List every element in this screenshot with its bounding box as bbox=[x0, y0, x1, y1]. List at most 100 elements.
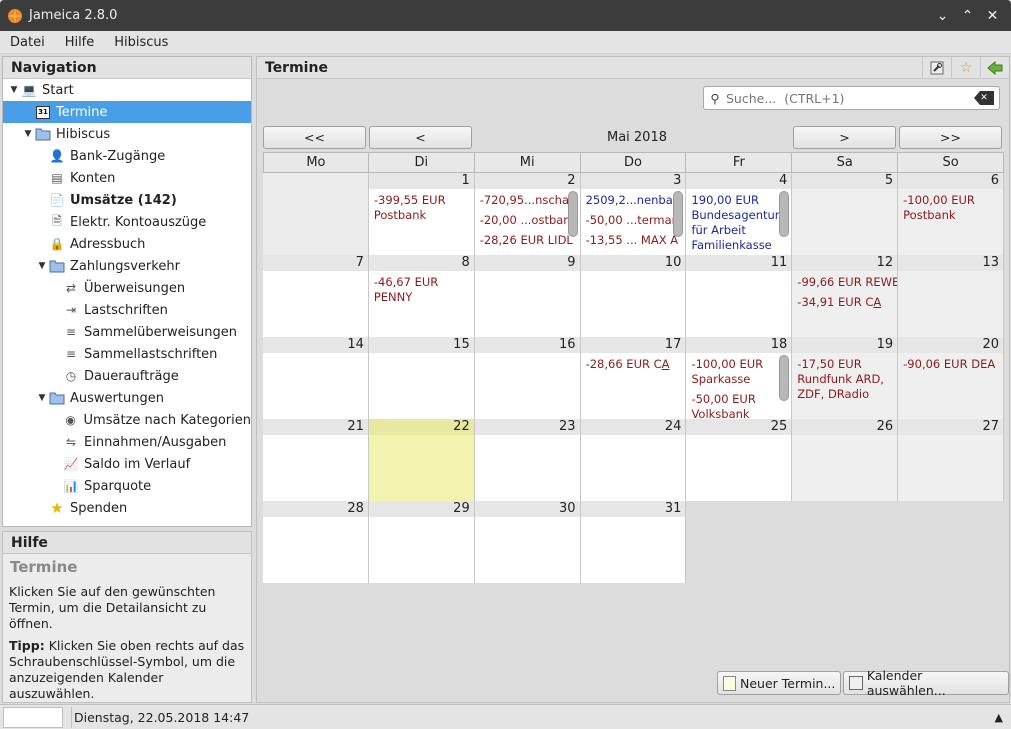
day-cell-28[interactable]: 28 bbox=[263, 501, 369, 583]
event-item[interactable]: -50,00 EUR Volksbank bbox=[686, 392, 791, 419]
sidebar-item-start[interactable]: ▼ 💻 Start bbox=[3, 79, 251, 101]
event-item[interactable]: -399,55 EUR Postbank bbox=[369, 193, 474, 223]
day-cell-18[interactable]: 18 -100,00 EUR Sparkasse -50,00 EUR Volk… bbox=[686, 337, 793, 419]
day-cell-3[interactable]: 3 2509,2...nenbau -50,00 ...terman -13,5… bbox=[580, 173, 687, 255]
day-cell-22-today[interactable]: 22 bbox=[368, 419, 475, 501]
day-cell-12[interactable]: 12 -99,66 EUR REWE -34,91 EUR CA bbox=[792, 255, 899, 337]
menu-datei[interactable]: Datei bbox=[0, 35, 55, 50]
event-item[interactable]: -17,50 EUR Rundfunk ARD, ZDF, DRadio bbox=[792, 357, 897, 402]
event-item[interactable]: -46,67 EUR PENNY bbox=[369, 275, 474, 305]
expand-up-icon[interactable]: ▲︎ bbox=[995, 711, 1003, 724]
sidebar-item-umsätze-nach-kategorien[interactable]: ◉ Umsätze nach Kategorien bbox=[3, 409, 251, 431]
expand-toggle-icon[interactable]: ▼ bbox=[35, 261, 49, 271]
event-item[interactable]: -100,00 EUR Postbank bbox=[898, 193, 1003, 223]
day-cell-4[interactable]: 4 190,00 EUR Bundesagentur für Arbeit Fa… bbox=[686, 173, 793, 255]
sidebar-item-auswertungen[interactable]: ▼ Auswertungen bbox=[3, 387, 251, 409]
sidebar-item-spenden[interactable]: ★ Spenden bbox=[3, 497, 251, 519]
wrench-icon[interactable] bbox=[922, 56, 951, 79]
sidebar-item-sammelüberweisungen[interactable]: ≡ Sammelüberweisungen bbox=[3, 321, 251, 343]
sidebar-item-elektr-kontoauszüge[interactable]: 🗎 Elektr. Kontoauszüge bbox=[3, 211, 251, 233]
day-cell-17[interactable]: 17 -28,66 EUR CA bbox=[580, 337, 687, 419]
day-cell-23[interactable]: 23 bbox=[474, 419, 581, 501]
event-item[interactable]: -13,55 ... MAX A bbox=[581, 233, 686, 248]
sidebar-item-lastschriften[interactable]: ⇥ Lastschriften bbox=[3, 299, 251, 321]
event-item[interactable]: -50,00 ...terman bbox=[581, 213, 686, 228]
sidebar-item-konten[interactable]: ▤ Konten bbox=[3, 167, 251, 189]
minimize-icon[interactable]: ⌄ bbox=[930, 4, 955, 28]
termine-panel: Termine ☆ ⚲ ✕ << < Mai 2018 > >> Mo Di M… bbox=[256, 56, 1010, 703]
event-item[interactable]: 190,00 EUR Bundesagentur für Arbeit Fami… bbox=[686, 193, 791, 253]
day-cell-11[interactable]: 11 bbox=[686, 255, 793, 337]
event-item[interactable]: -720,95...nschaf bbox=[475, 193, 580, 208]
expand-toggle-icon[interactable]: ▼ bbox=[35, 393, 49, 403]
sidebar-item-hibiscus[interactable]: ▼ Hibiscus bbox=[3, 123, 251, 145]
sidebar-item-einnahmen-ausgaben[interactable]: ⇋ Einnahmen/Ausgaben bbox=[3, 431, 251, 453]
weekday-mo: Mo bbox=[263, 152, 369, 173]
previous-month-button[interactable]: < bbox=[369, 126, 472, 149]
event-item[interactable]: -100,00 EUR Sparkasse bbox=[686, 357, 791, 387]
sidebar-item-sammellastschriften[interactable]: ≡ Sammellastschriften bbox=[3, 343, 251, 365]
day-cell-1[interactable]: 1 -399,55 EUR Postbank bbox=[368, 173, 475, 255]
sidebar-item-sparquote[interactable]: 📊 Sparquote bbox=[3, 475, 251, 497]
sidebar-item-bank-zugänge[interactable]: 👤 Bank-Zugänge bbox=[3, 145, 251, 167]
sidebar-item-umsätze-142[interactable]: 📄 Umsätze (142) bbox=[3, 189, 251, 211]
sidebar-item-adressbuch[interactable]: 🔒 Adressbuch bbox=[3, 233, 251, 255]
arrows-icon: ⇋ bbox=[65, 435, 77, 449]
event-item[interactable]: -28,66 EUR CA bbox=[581, 357, 686, 372]
expand-toggle-icon[interactable]: ▼ bbox=[7, 85, 21, 95]
sidebar-item-überweisungen[interactable]: ⇄ Überweisungen bbox=[3, 277, 251, 299]
day-cell-21[interactable]: 21 bbox=[263, 419, 369, 501]
sidebar-item-saldo-im-verlauf[interactable]: 📈 Saldo im Verlauf bbox=[3, 453, 251, 475]
event-item[interactable]: -34,91 EUR CA bbox=[792, 295, 897, 310]
event-item[interactable]: -28,26 EUR LIDL bbox=[475, 233, 580, 248]
day-cell-26[interactable]: 26 bbox=[792, 419, 899, 501]
menu-hilfe[interactable]: Hilfe bbox=[55, 35, 105, 50]
day-cell-10[interactable]: 10 bbox=[580, 255, 687, 337]
first-month-button[interactable]: << bbox=[263, 126, 366, 149]
clear-search-icon[interactable]: ✕ bbox=[974, 91, 994, 105]
day-cell-25[interactable]: 25 bbox=[686, 419, 793, 501]
day-cell-8[interactable]: 8 -46,67 EUR PENNY bbox=[368, 255, 475, 337]
star-icon[interactable]: ☆ bbox=[951, 56, 980, 79]
search-field[interactable]: ⚲ ✕ bbox=[703, 86, 1000, 110]
maximize-icon[interactable]: ⌃ bbox=[955, 4, 980, 28]
day-cell-13[interactable]: 13 bbox=[898, 255, 1005, 337]
day-cell-24[interactable]: 24 bbox=[580, 419, 687, 501]
last-month-button[interactable]: >> bbox=[899, 126, 1002, 149]
event-item[interactable]: -20,00 ...ostbank bbox=[475, 213, 580, 228]
close-icon[interactable]: ✕ bbox=[980, 4, 1005, 28]
cell-scrollbar[interactable] bbox=[779, 191, 790, 237]
day-cell-30[interactable]: 30 bbox=[474, 501, 581, 583]
day-cell-7[interactable]: 7 bbox=[263, 255, 369, 337]
day-cell-31[interactable]: 31 bbox=[580, 501, 687, 583]
day-cell-16[interactable]: 16 bbox=[474, 337, 581, 419]
day-number: 3 bbox=[580, 173, 686, 189]
day-cell-15[interactable]: 15 bbox=[368, 337, 475, 419]
sidebar-item-termine[interactable]: 31 Termine bbox=[3, 101, 251, 123]
event-item[interactable]: -99,66 EUR REWE bbox=[792, 275, 897, 290]
day-cell-9[interactable]: 9 bbox=[474, 255, 581, 337]
event-item[interactable]: -90,06 EUR DEA bbox=[898, 357, 1003, 372]
sidebar-item-daueraufträge[interactable]: ◷ Daueraufträge bbox=[3, 365, 251, 387]
cell-scrollbar[interactable] bbox=[567, 191, 578, 237]
select-calendar-button[interactable]: Kalender auswählen... bbox=[843, 668, 1009, 698]
search-input[interactable] bbox=[726, 90, 974, 106]
day-cell-6[interactable]: 6 -100,00 EUR Postbank bbox=[898, 173, 1005, 255]
expand-toggle-icon[interactable]: ▼ bbox=[21, 129, 35, 139]
next-month-button[interactable]: > bbox=[793, 126, 896, 149]
event-item[interactable]: 2509,2...nenbau bbox=[581, 193, 686, 208]
day-cell-20[interactable]: 20 -90,06 EUR DEA bbox=[898, 337, 1005, 419]
cell-scrollbar[interactable] bbox=[673, 191, 684, 237]
day-cell-29[interactable]: 29 bbox=[368, 501, 475, 583]
menu-hibiscus[interactable]: Hibiscus bbox=[104, 35, 178, 50]
cell-scrollbar[interactable] bbox=[779, 355, 790, 401]
back-arrow-icon[interactable] bbox=[980, 56, 1009, 79]
day-cell-27[interactable]: 27 bbox=[898, 419, 1005, 501]
day-cell-19[interactable]: 19 -17,50 EUR Rundfunk ARD, ZDF, DRadio bbox=[792, 337, 899, 419]
new-appointment-button[interactable]: Neuer Termin... bbox=[717, 671, 842, 695]
day-cell-14[interactable]: 14 bbox=[263, 337, 369, 419]
calendar-icon: 31 bbox=[35, 104, 51, 120]
day-cell-5[interactable]: 5 bbox=[792, 173, 899, 255]
day-cell-2[interactable]: 2 -720,95...nschaf -20,00 ...ostbank -28… bbox=[474, 173, 581, 255]
sidebar-item-zahlungsverkehr[interactable]: ▼ Zahlungsverkehr bbox=[3, 255, 251, 277]
